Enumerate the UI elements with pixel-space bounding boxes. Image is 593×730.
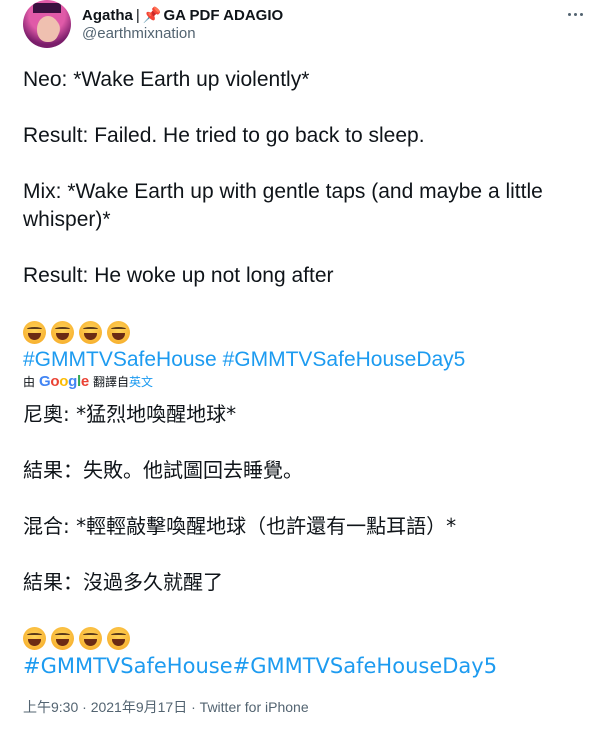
tweet-source-link[interactable]: Twitter for iPhone	[200, 699, 309, 715]
meta-dot: ·	[191, 699, 196, 715]
tweet-time: 上午9:30	[23, 699, 79, 715]
translated-hashtag-line[interactable]: #GMMTVSafeHouse#GMMTVSafeHouseDay5	[23, 652, 583, 680]
tweet-line: Neo: *Wake Earth up violently*	[23, 68, 310, 91]
translated-line: 混合: *輕輕敲擊喚醒地球（也許還有一點耳語）*	[23, 514, 457, 538]
emoji-row	[23, 624, 583, 652]
tweet-metadata: 上午9:30 · 2021年9月17日 · Twitter for iPhone	[23, 697, 309, 717]
pushpin-icon: 📌	[142, 7, 162, 24]
grinning-squinting-face-icon	[23, 626, 46, 650]
source-language-link[interactable]: 英文	[129, 373, 153, 390]
more-options-icon[interactable]	[565, 6, 585, 22]
tweet-header: Agatha | 📌 GA PDF ADAGIO @earthmixnation	[23, 0, 593, 60]
tweet-line: Mix: *Wake Earth up with gentle taps (an…	[23, 180, 549, 231]
name-separator: |	[135, 7, 140, 24]
grinning-squinting-face-icon	[107, 626, 130, 650]
translation-prefix: 由	[23, 375, 36, 389]
author-handle[interactable]: @earthmixnation	[82, 25, 196, 42]
google-logo: Google	[39, 373, 89, 390]
grinning-squinting-face-icon	[107, 320, 130, 344]
tweet-date: 2021年9月17日	[90, 699, 188, 715]
translation-attribution: 由 Google 翻譯自 英文	[23, 373, 153, 390]
emoji-row	[23, 318, 573, 346]
author-name-line[interactable]: Agatha | 📌 GA PDF ADAGIO	[82, 6, 283, 24]
tweet-timestamp[interactable]: 上午9:30 · 2021年9月17日	[23, 699, 187, 715]
hashtag-line: #GMMTVSafeHouse #GMMTVSafeHouseDay5	[23, 346, 573, 374]
tweet-line: Result: He woke up not long after	[23, 264, 334, 287]
grinning-squinting-face-icon	[79, 320, 102, 344]
grinning-squinting-face-icon	[51, 626, 74, 650]
tweet-text: Neo: *Wake Earth up violently* Result: F…	[23, 66, 573, 374]
translated-line: 尼奧: *猛烈地喚醒地球*	[23, 402, 237, 426]
grinning-squinting-face-icon	[23, 320, 46, 344]
avatar-crown	[33, 3, 61, 13]
hashtag-link[interactable]: #GMMTVSafeHouseDay5	[223, 348, 466, 371]
author-display-name-suffix[interactable]: GA PDF ADAGIO	[163, 7, 283, 24]
grinning-squinting-face-icon	[79, 626, 102, 650]
avatar-face	[37, 16, 59, 42]
translation-suffix: 翻譯自	[92, 375, 129, 389]
translated-line: 結果：失敗。他試圖回去睡覺。	[23, 458, 303, 482]
translated-line: 結果：沒過多久就醒了	[23, 570, 223, 594]
author-display-name[interactable]: Agatha	[82, 7, 133, 24]
hashtag-link[interactable]: #GMMTVSafeHouse	[23, 348, 217, 371]
meta-dot: ·	[82, 699, 87, 715]
translated-text: 尼奧: *猛烈地喚醒地球* 結果：失敗。他試圖回去睡覺。 混合: *輕輕敲擊喚醒…	[23, 400, 583, 680]
grinning-squinting-face-icon	[51, 320, 74, 344]
avatar[interactable]	[23, 0, 71, 48]
tweet-line: Result: Failed. He tried to go back to s…	[23, 124, 425, 147]
